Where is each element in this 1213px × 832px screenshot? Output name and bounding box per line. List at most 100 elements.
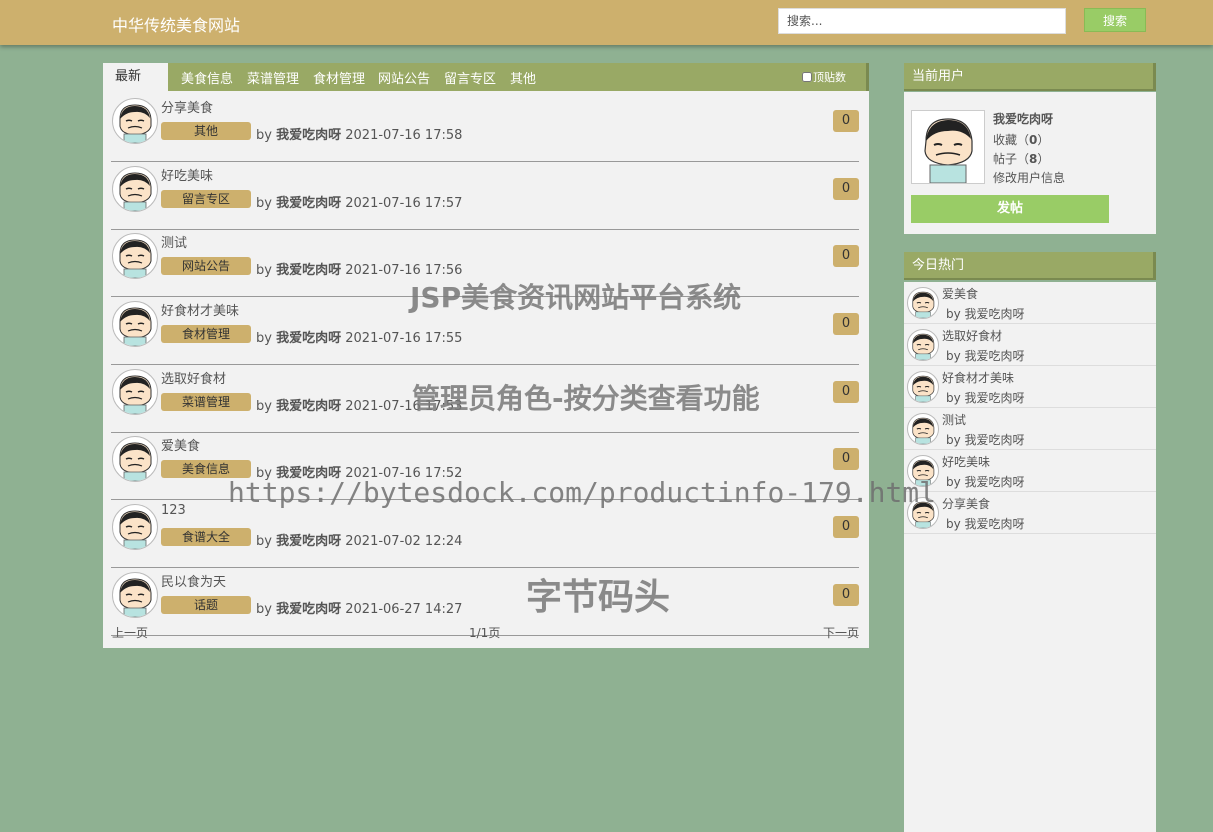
top-post-checkbox[interactable] bbox=[802, 72, 812, 82]
post-author[interactable]: 我爱吃肉呀 bbox=[276, 128, 341, 143]
hot-item[interactable]: 爱美食 by 我爱吃肉呀 bbox=[904, 282, 1156, 324]
cartoon-avatar-icon bbox=[119, 442, 152, 482]
post-title[interactable]: 测试 bbox=[161, 232, 187, 251]
watermark-brand: 字节码头 bbox=[526, 577, 671, 618]
tab-message-board[interactable]: 留言专区 bbox=[444, 68, 496, 87]
favorites-count: 0 bbox=[1029, 133, 1038, 147]
by-label: by bbox=[256, 263, 272, 279]
cartoon-avatar-icon bbox=[119, 104, 152, 143]
user-name: 我爱吃肉呀 bbox=[993, 112, 1054, 126]
reply-count-badge: 0 bbox=[833, 583, 859, 606]
search-input[interactable] bbox=[778, 8, 1066, 34]
author-avatar[interactable] bbox=[112, 504, 158, 551]
post-category-badge[interactable]: 其他 bbox=[161, 122, 251, 140]
top-post-filter[interactable]: 顶贴数 bbox=[802, 69, 846, 85]
posts-count: 8 bbox=[1029, 152, 1038, 166]
hot-item[interactable]: 分享美食 by 我爱吃肉呀 bbox=[904, 492, 1156, 534]
hot-item-title[interactable]: 好食材才美味 bbox=[942, 369, 1014, 386]
favorites-label: 收藏 bbox=[993, 133, 1018, 147]
author-avatar[interactable] bbox=[112, 301, 158, 348]
post-time: 2021-07-16 17:58 bbox=[345, 128, 463, 143]
by-label: by bbox=[256, 398, 272, 414]
post-category-badge[interactable]: 食谱大全 bbox=[161, 528, 251, 547]
post-author[interactable]: 我爱吃肉呀 bbox=[276, 534, 341, 549]
post-title[interactable]: 民以食为天 bbox=[161, 571, 226, 590]
post-row[interactable]: 分享美食 其他 by 我爱吃肉呀 2021-07-16 17:58 0 bbox=[111, 95, 859, 162]
cartoon-avatar-icon bbox=[924, 118, 973, 184]
tab-site-announcement[interactable]: 网站公告 bbox=[378, 68, 430, 87]
post-meta: by 我爱吃肉呀 2021-07-16 17:58 bbox=[256, 124, 462, 143]
post-category-badge[interactable]: 食材管理 bbox=[161, 325, 251, 344]
post-title[interactable]: 123 bbox=[161, 503, 186, 518]
by-label: by bbox=[256, 128, 272, 143]
by-label: by bbox=[256, 331, 272, 347]
author-avatar[interactable] bbox=[112, 571, 158, 618]
prev-page-link[interactable]: 上一页 bbox=[112, 624, 148, 641]
hot-today-heading: 今日热门 bbox=[904, 252, 1156, 280]
reply-count-badge: 0 bbox=[833, 516, 859, 539]
post-category-badge[interactable]: 菜谱管理 bbox=[161, 392, 251, 411]
post-author[interactable]: 我爱吃肉呀 bbox=[276, 196, 341, 211]
post-author[interactable]: 我爱吃肉呀 bbox=[276, 263, 341, 278]
hot-item[interactable]: 测试 by 我爱吃肉呀 bbox=[904, 408, 1156, 450]
post-title[interactable]: 好食材才美味 bbox=[161, 300, 239, 319]
cartoon-avatar-icon bbox=[912, 417, 935, 444]
new-post-button[interactable]: 发帖 bbox=[911, 195, 1109, 223]
tab-ingredient-management[interactable]: 食材管理 bbox=[313, 68, 365, 87]
cartoon-avatar-icon bbox=[119, 239, 152, 279]
post-title[interactable]: 选取好食材 bbox=[161, 368, 226, 387]
post-category-badge[interactable]: 留言专区 bbox=[161, 189, 251, 208]
post-title[interactable]: 分享美食 bbox=[161, 97, 213, 116]
top-header: 中华传统美食网站 搜索 bbox=[0, 0, 1213, 45]
edit-user-info-link[interactable]: 修改用户信息 bbox=[993, 169, 1065, 186]
watermark-url: https://bytesdock.com/productinfo-179.ht… bbox=[228, 476, 937, 509]
post-row[interactable]: 123 食谱大全 by 我爱吃肉呀 2021-07-02 12:24 0 bbox=[111, 501, 859, 569]
post-author[interactable]: 我爱吃肉呀 bbox=[276, 399, 341, 414]
post-meta: by 我爱吃肉呀 2021-07-16 17:57 bbox=[256, 192, 462, 211]
post-title[interactable]: 好吃美味 bbox=[161, 165, 213, 184]
post-meta: by 我爱吃肉呀 2021-07-02 12:24 bbox=[256, 530, 462, 549]
post-category-badge[interactable]: 网站公告 bbox=[161, 257, 251, 276]
post-row[interactable]: 好吃美味 留言专区 by 我爱吃肉呀 2021-07-16 17:57 0 bbox=[111, 163, 859, 230]
user-posts[interactable]: 帖子（8） bbox=[993, 150, 1049, 167]
author-avatar[interactable] bbox=[112, 436, 158, 483]
page-indicator: 1/1页 bbox=[469, 626, 501, 640]
hot-item-title[interactable]: 好吃美味 bbox=[942, 453, 990, 470]
user-avatar bbox=[911, 110, 985, 184]
hot-author-avatar bbox=[907, 329, 939, 361]
hot-item-title[interactable]: 爱美食 bbox=[942, 285, 978, 302]
post-list: 分享美食其他 by 我爱吃肉呀 2021-07-16 17:58 0 好吃美味留言专区… bbox=[111, 95, 859, 637]
tab-other[interactable]: 其他 bbox=[510, 68, 536, 87]
hot-item[interactable]: 好食材才美味 by 我爱吃肉呀 bbox=[904, 366, 1156, 408]
post-author[interactable]: 我爱吃肉呀 bbox=[276, 331, 341, 346]
watermark-subtitle: 管理员角色-按分类查看功能 bbox=[412, 382, 760, 415]
hot-item-title[interactable]: 选取好食材 bbox=[942, 327, 1002, 344]
author-avatar[interactable] bbox=[112, 233, 158, 280]
hot-item-author: by 我爱吃肉呀 bbox=[946, 307, 1025, 321]
search-button[interactable]: 搜索 bbox=[1084, 8, 1146, 32]
author-avatar[interactable] bbox=[112, 165, 158, 212]
post-author[interactable]: 我爱吃肉呀 bbox=[276, 602, 341, 617]
tab-recipe-management[interactable]: 菜谱管理 bbox=[247, 68, 299, 87]
post-meta: by 我爱吃肉呀 2021-07-16 17:55 bbox=[256, 327, 462, 346]
cartoon-avatar-icon bbox=[912, 375, 935, 402]
cartoon-avatar-icon bbox=[119, 172, 152, 211]
author-avatar[interactable] bbox=[112, 98, 158, 144]
cartoon-avatar-icon bbox=[119, 510, 152, 550]
tab-food-info[interactable]: 美食信息 bbox=[181, 68, 233, 87]
hot-item[interactable]: 选取好食材 by 我爱吃肉呀 bbox=[904, 324, 1156, 366]
hot-item-title[interactable]: 分享美食 bbox=[942, 495, 990, 512]
user-favorites[interactable]: 收藏（0） bbox=[993, 131, 1049, 148]
hot-item-title[interactable]: 测试 bbox=[942, 411, 966, 428]
next-page-link[interactable]: 下一页 bbox=[823, 624, 859, 641]
top-post-filter-label: 顶贴数 bbox=[813, 71, 846, 84]
tab-latest[interactable]: 最新 bbox=[103, 63, 168, 91]
cartoon-avatar-icon bbox=[119, 307, 152, 347]
hot-item[interactable]: 好吃美味 by 我爱吃肉呀 bbox=[904, 450, 1156, 492]
author-avatar[interactable] bbox=[112, 368, 158, 415]
post-title[interactable]: 爱美食 bbox=[161, 435, 200, 454]
post-category-badge[interactable]: 话题 bbox=[161, 595, 251, 614]
post-meta: by 我爱吃肉呀 2021-06-27 14:27 bbox=[256, 598, 462, 617]
post-time: 2021-07-16 17:55 bbox=[345, 331, 463, 347]
site-title[interactable]: 中华传统美食网站 bbox=[112, 12, 240, 36]
